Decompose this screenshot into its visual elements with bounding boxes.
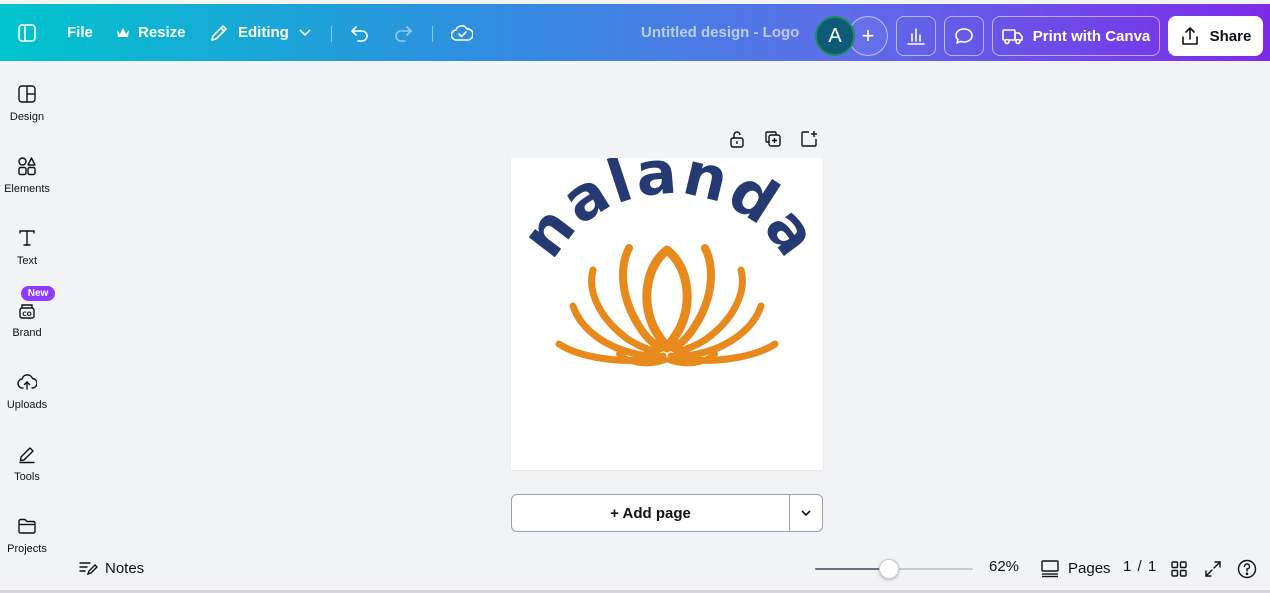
pencil-icon [209,23,229,43]
add-page-button[interactable]: + Add page [512,495,790,531]
crown-icon [116,23,130,43]
user-avatar[interactable]: A [815,16,855,56]
zoom-level[interactable]: 62% [989,558,1019,575]
sidebar-item-text[interactable]: Text [0,205,54,269]
sidebar-item-label: Design [9,111,45,123]
comments-button[interactable] [944,16,984,56]
bar-chart-icon [906,26,926,46]
sidebar-item-uploads[interactable]: Uploads [0,349,54,413]
sidebar-item-label: Uploads [6,399,48,411]
sidebar-item-label: Elements [4,183,50,195]
editing-mode-button[interactable]: Editing [209,4,312,61]
pages-label: Pages [1068,559,1111,577]
resize-label: Resize [138,24,186,41]
resize-button[interactable]: Resize [116,4,186,61]
unlock-icon [730,131,744,148]
toggle-side-panel-button[interactable] [17,4,37,61]
sidebar-item-label: Brand [12,327,42,339]
fullscreen-button[interactable] [1202,558,1224,580]
editing-label: Editing [238,24,289,41]
lotus-icon [555,244,779,367]
sidebar-item-label: Text [16,255,38,267]
tools-icon [16,443,38,465]
insights-button[interactable] [896,16,936,56]
design-icon [16,83,38,105]
redo-button[interactable] [393,4,413,61]
duplicate-icon [765,131,781,147]
help-icon [1237,559,1257,579]
toolbar-divider [331,26,332,42]
left-sidebar: Design Elements Text CO Brand Uploads To… [0,61,55,593]
share-upload-icon [1180,26,1200,46]
print-label: Print with Canva [1032,27,1151,45]
zoom-slider-thumb[interactable] [878,559,899,579]
sidebar-item-design[interactable]: Design [0,61,54,125]
truck-icon [1001,26,1024,46]
sidebar-item-tools[interactable]: Tools [0,421,54,485]
notes-label: Notes [105,559,145,577]
notes-icon [78,558,98,578]
zoom-slider-fill [815,568,889,570]
comment-icon [954,26,974,46]
file-menu-button[interactable]: File [67,4,93,61]
toolbar-divider [432,26,433,42]
grid-view-button[interactable] [1168,558,1190,580]
share-button[interactable]: Share [1168,16,1263,56]
file-menu-label: File [67,24,93,41]
pages-button[interactable]: Pages [1040,556,1111,580]
projects-icon [16,515,38,537]
zoom-slider[interactable] [815,559,973,579]
svg-text:CO: CO [22,311,32,318]
sidebar-item-label: Projects [7,543,47,555]
brand-icon: CO [16,299,38,321]
lock-page-button[interactable] [726,128,748,150]
side-panel-icon [17,23,37,43]
fullscreen-icon [1205,561,1221,577]
new-badge: New [21,286,55,301]
chevron-down-icon [801,510,811,517]
duplicate-page-button[interactable] [762,128,784,150]
redo-icon [393,23,413,43]
chevron-down-icon [298,23,312,43]
share-label: Share [1209,27,1252,45]
bottom-toolbar: Notes 62% Pages 1 / 1 [54,548,1270,590]
top-toolbar: File Resize Editing Untitled design - Lo… [0,4,1270,61]
page-count: 1 / 1 [1123,558,1158,575]
notes-button[interactable]: Notes [78,556,144,580]
grid-view-icon [1171,561,1187,577]
document-title[interactable]: Untitled design - Logo [641,4,799,61]
print-with-canva-button[interactable]: Print with Canva [992,16,1160,56]
add-page-icon [801,131,817,147]
cloud-check-icon [451,23,473,43]
add-page-control: + Add page [511,494,823,532]
sidebar-item-label: Tools [14,471,40,483]
text-icon [16,227,38,249]
uploads-icon [16,371,38,393]
elements-icon [16,155,38,177]
nalanda-logo[interactable]: nalanda [508,137,830,470]
sidebar-item-projects[interactable]: Projects [0,493,54,557]
undo-icon [350,23,370,43]
sidebar-item-elements[interactable]: Elements [0,133,54,197]
pages-icon [1040,558,1060,578]
save-status-button[interactable] [451,4,473,61]
undo-button[interactable] [350,4,370,61]
help-button[interactable] [1236,558,1258,580]
add-page-options-button[interactable] [790,495,822,531]
design-canvas-page[interactable]: nalanda [508,137,830,470]
add-page-icon-button[interactable] [798,128,820,150]
